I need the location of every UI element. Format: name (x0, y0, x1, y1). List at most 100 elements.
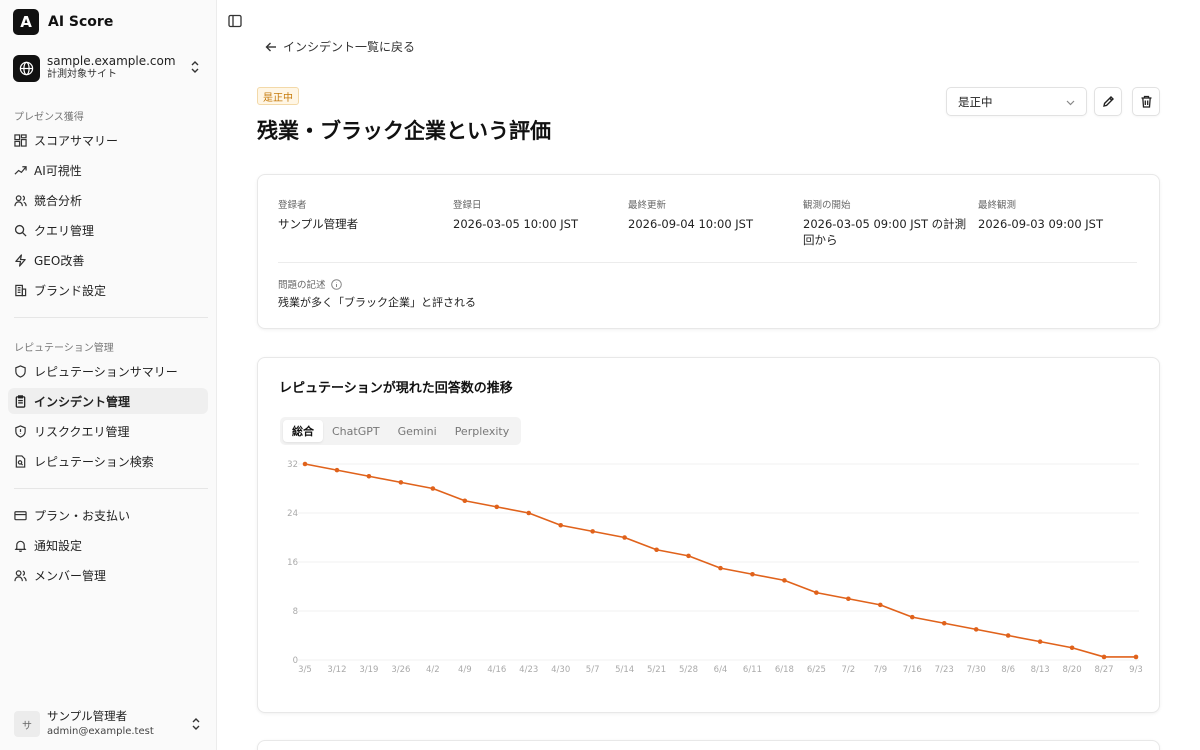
status-select-value: 是正中 (958, 94, 993, 109)
data-point (941, 620, 947, 626)
data-point (430, 486, 436, 491)
x-tick-label: 4/16 (487, 665, 506, 675)
page-title: 残業・ブラック企業という評価 (257, 119, 551, 143)
x-tick-label: 6/11 (743, 665, 762, 675)
sidebar-item-members[interactable]: メンバー管理 (8, 562, 208, 588)
sidebar-item-reputation-summary[interactable]: レピュテーションサマリー (8, 358, 208, 384)
clipboard-icon (15, 394, 26, 408)
sidebar-item-query[interactable]: クエリ管理 (8, 217, 208, 243)
x-tick-label: 6/18 (775, 665, 794, 675)
data-point (1101, 654, 1107, 660)
sidebar-item-score-summary[interactable]: スコアサマリー (8, 127, 208, 153)
sidebar-item-label: リスククエリ管理 (34, 424, 130, 439)
y-tick-label: 24 (287, 509, 298, 519)
trend-icon (14, 165, 27, 175)
data-point (334, 467, 340, 473)
x-tick-label: 8/27 (1094, 665, 1113, 675)
data-point (909, 614, 915, 620)
card-divider (278, 262, 1137, 263)
nav-heading-presence: プレゼンス獲得 (14, 112, 84, 123)
data-point (590, 529, 595, 534)
x-tick-label: 8/20 (1063, 665, 1082, 675)
sidebar-item-geo[interactable]: GEO改善 (8, 247, 208, 273)
meta-value: 2026-09-03 09:00 JST (978, 217, 1104, 231)
brand[interactable]: A AI Score (13, 9, 113, 35)
status-badge: 是正中 (257, 87, 299, 105)
sidebar-item-ai-visibility[interactable]: AI可視性 (8, 157, 208, 183)
meta-value: 2026-03-05 09:00 JST の計測回から (803, 217, 967, 247)
sidebar-item-billing[interactable]: プラン・お支払い (8, 502, 208, 528)
meta-label: 最終更新 (628, 200, 667, 211)
sidebar-item-label: インシデント管理 (34, 394, 131, 409)
y-tick-label: 8 (293, 607, 298, 617)
sidebar-item-reputation-search[interactable]: レピュテーション検索 (8, 448, 208, 474)
data-point (654, 547, 659, 553)
brand-logo: A (13, 9, 39, 35)
users-icon (14, 569, 27, 581)
x-tick-label: 8/13 (1031, 665, 1050, 675)
x-tick-label: 4/2 (426, 665, 440, 675)
meta-label: 登録日 (453, 200, 482, 211)
sidebar-item-label: 通知設定 (34, 538, 83, 553)
sidebar-item-label: AI可視性 (34, 163, 82, 178)
info-icon[interactable] (330, 278, 342, 290)
back-to-incidents-link[interactable]: インシデント一覧に戻る (265, 38, 415, 55)
x-tick-label: 7/16 (903, 665, 922, 675)
sidebar-item-notifications[interactable]: 通知設定 (8, 532, 208, 558)
x-tick-label: 7/9 (873, 665, 887, 675)
bolt-icon (15, 253, 26, 267)
data-point (782, 578, 787, 583)
grid-icon (14, 133, 27, 147)
x-tick-label: 6/4 (714, 665, 728, 675)
x-tick-label: 3/19 (359, 665, 378, 675)
data-point (1069, 645, 1075, 651)
site-switcher[interactable]: sample.example.com 計測対象サイト (13, 52, 205, 84)
edit-button[interactable] (1094, 87, 1122, 116)
sidebar-item-incidents[interactable]: インシデント管理 (8, 388, 208, 414)
data-point (398, 480, 404, 485)
brand-name: AI Score (48, 14, 114, 30)
data-point (1037, 639, 1043, 644)
nav-divider (14, 488, 208, 489)
delete-button[interactable] (1132, 87, 1160, 116)
data-point (494, 504, 500, 510)
building-icon (15, 284, 27, 296)
x-tick-label: 4/9 (458, 665, 472, 675)
status-select[interactable]: 是正中 (946, 87, 1087, 116)
chevrons-updown-icon (192, 718, 200, 730)
bell-icon (14, 540, 27, 552)
sidebar-item-label: レピュテーションサマリー (34, 364, 178, 379)
data-point (750, 571, 755, 577)
data-point (814, 590, 819, 595)
data-point (622, 535, 627, 540)
sidebar-item-label: レピュテーション検索 (34, 454, 154, 469)
x-tick-label: 4/23 (519, 665, 538, 675)
pencil-icon (1102, 96, 1114, 107)
trash-icon (1141, 95, 1151, 108)
problem-text: 残業が多く「ブラック企業」と評される (278, 296, 476, 309)
x-tick-label: 7/30 (967, 665, 986, 675)
site-subtitle: 計測対象サイト (47, 69, 117, 80)
sidebar-item-label: 競合分析 (34, 193, 83, 208)
chevrons-updown-icon (191, 61, 199, 73)
meta-label: 登録者 (278, 200, 307, 211)
sidebar-item-label: プラン・お支払い (34, 508, 131, 523)
data-point (878, 602, 883, 608)
meta-value: 2026-03-05 10:00 JST (453, 217, 579, 231)
shield-icon (15, 364, 26, 378)
x-tick-label: 7/2 (842, 665, 856, 675)
data-point (366, 473, 372, 479)
card-icon (14, 510, 27, 520)
sidebar-item-label: ブランド設定 (34, 283, 107, 298)
x-tick-label: 5/21 (647, 665, 666, 675)
sidebar-item-brand[interactable]: ブランド設定 (8, 277, 208, 303)
data-point (973, 627, 979, 632)
user-menu[interactable]: サ サンプル管理者 admin@example.test (14, 708, 206, 740)
sidebar-item-risk-query[interactable]: リスククエリ管理 (8, 418, 208, 444)
sidebar-toggle-icon[interactable] (228, 14, 242, 28)
incident-details-card: 登録者 サンプル管理者 登録日 2026-03-05 10:00 JST 最終更… (257, 174, 1160, 329)
x-tick-label: 9/3 (1129, 665, 1143, 675)
next-card (257, 740, 1160, 750)
sidebar-item-competitor[interactable]: 競合分析 (8, 187, 208, 213)
x-tick-label: 3/5 (298, 665, 312, 675)
